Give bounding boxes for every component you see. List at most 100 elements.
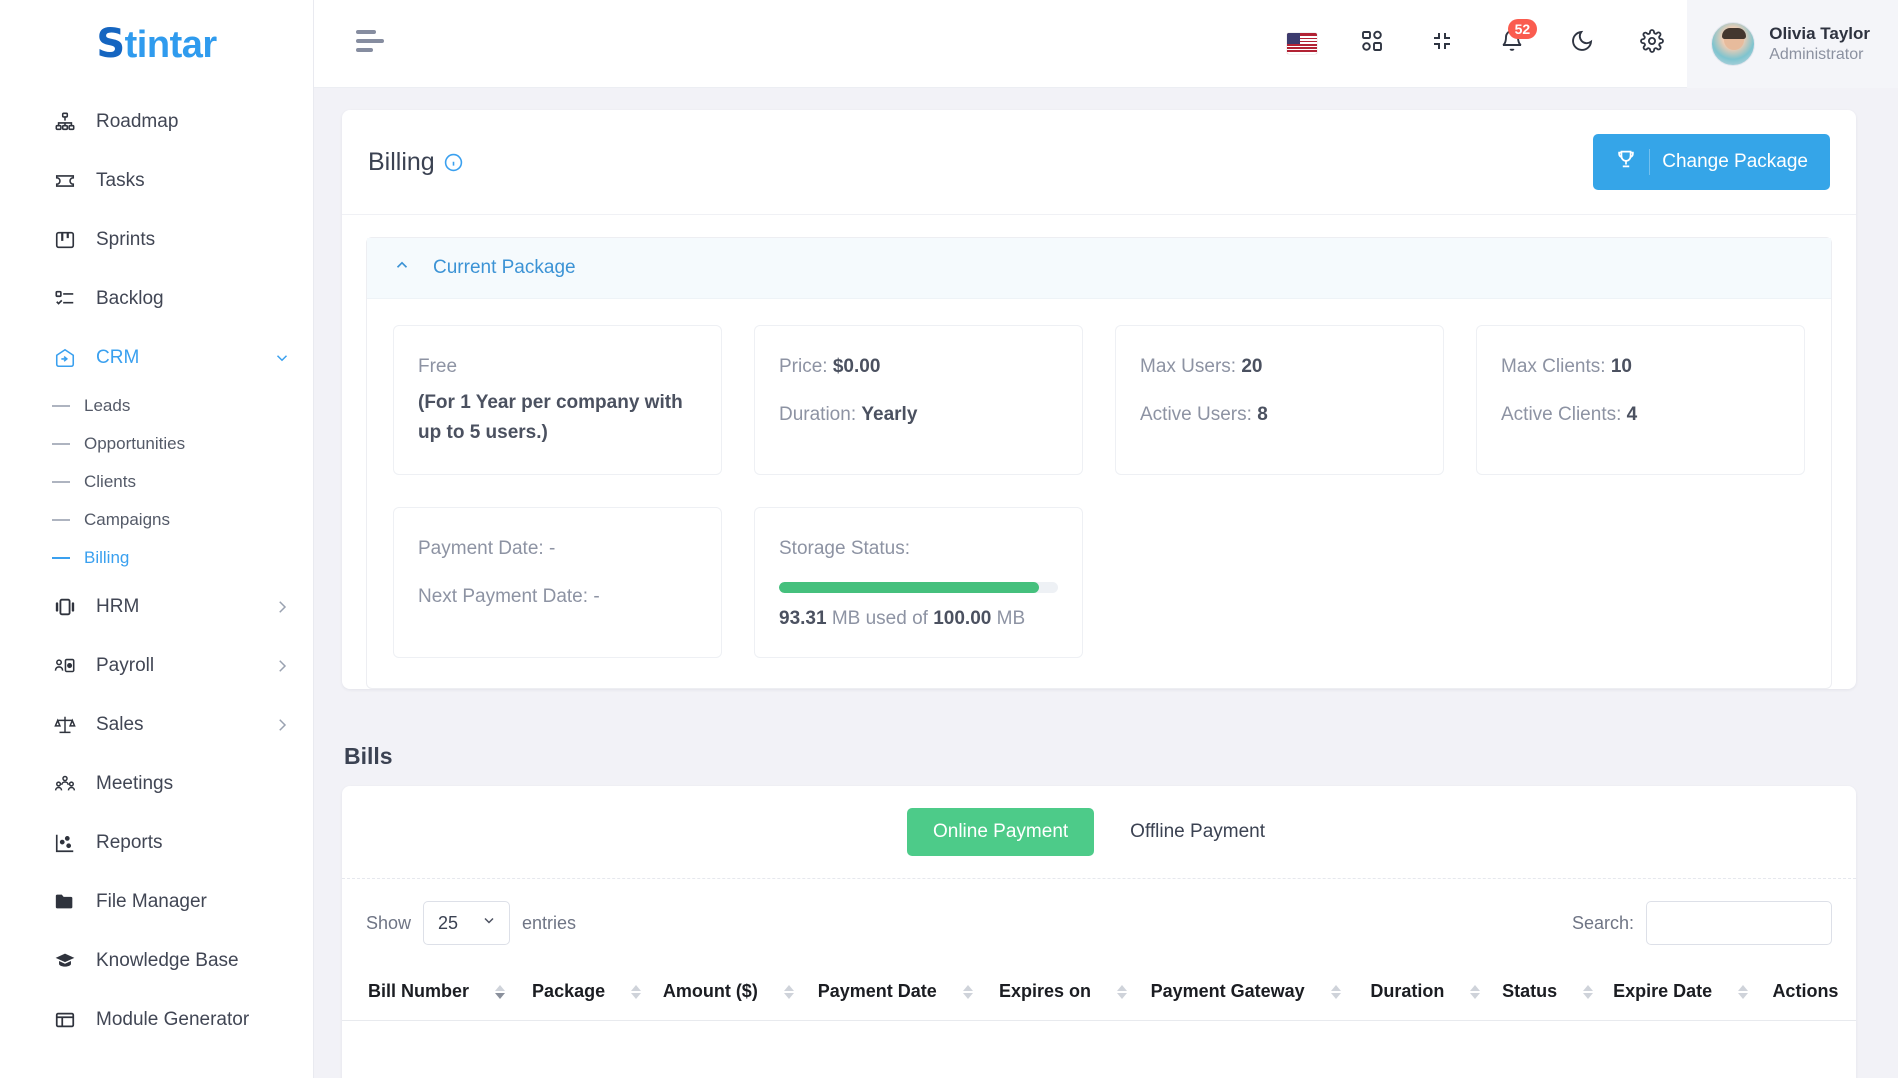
dark-mode-toggle-button[interactable]	[1555, 17, 1609, 71]
sitemap-icon	[52, 109, 78, 135]
sidebar-item-reports[interactable]: Reports	[0, 813, 313, 872]
price-label: Price:	[779, 356, 828, 377]
bills-title: Bills	[344, 743, 393, 769]
storage-progress-bar	[779, 582, 1058, 593]
hrm-icon	[52, 594, 78, 620]
sidebar-item-campaigns[interactable]: Campaigns	[0, 501, 313, 539]
table-column-header[interactable]: Bill Number	[342, 963, 533, 1021]
table-controls: Show 102550100 entries Search:	[342, 879, 1856, 963]
sidebar-item-backlog[interactable]: Backlog	[0, 269, 313, 328]
ticket-icon	[52, 168, 78, 194]
storage-total: 100.00	[933, 608, 992, 629]
user-role: Administrator	[1769, 45, 1864, 63]
sidebar-item-leads[interactable]: Leads	[0, 387, 313, 425]
notifications-button[interactable]: 52	[1485, 17, 1539, 71]
hamburger-line	[356, 48, 373, 52]
sidebar-item-payroll[interactable]: Payroll	[0, 636, 313, 695]
sidebar-item-module-generator[interactable]: Module Generator	[0, 990, 313, 1049]
bills-table-body: No data available in table	[342, 1021, 1856, 1078]
user-profile-menu[interactable]: Olivia Taylor Administrator	[1687, 0, 1898, 88]
sidebar-item-sprints[interactable]: Sprints	[0, 210, 313, 269]
search-label: Search:	[1571, 912, 1634, 933]
tab-online-payment[interactable]: Online Payment	[906, 808, 1095, 856]
table-column-header[interactable]: Payment Date	[817, 963, 999, 1021]
brand-logo[interactable]: Stintar	[0, 0, 313, 88]
price-row: Price: $0.00	[779, 352, 1058, 382]
sidebar-item-clients[interactable]: Clients	[0, 463, 313, 501]
avatar	[1711, 21, 1756, 66]
content-area: Billing Change Package Current Package F…	[314, 88, 1898, 1078]
sidebar-item-knowledge-base[interactable]: Knowledge Base	[0, 931, 313, 990]
language-selector[interactable]	[1275, 17, 1329, 71]
sidebar-item-label: Reports	[96, 831, 163, 853]
table-column-header[interactable]: Package	[532, 963, 663, 1021]
sidebar-item-label: Roadmap	[96, 110, 179, 132]
sort-indicator-icon[interactable]	[495, 984, 506, 999]
page-size-select[interactable]: 102550100	[423, 901, 511, 945]
next-payment-date-row: Next Payment Date: -	[418, 582, 697, 612]
sidebar-subitem-label: Billing	[84, 548, 130, 567]
storage-usage-text: 93.31 MB used of 100.00 MB	[779, 607, 1058, 631]
sidebar-item-crm[interactable]: CRM	[0, 328, 313, 387]
fullscreen-toggle-button[interactable]	[1415, 17, 1469, 71]
settings-button[interactable]	[1625, 17, 1679, 71]
main-area: 52 Olivia Taylor Administrator Billing C…	[314, 0, 1898, 1078]
sidebar-item-sales[interactable]: Sales	[0, 695, 313, 754]
sort-indicator-icon[interactable]	[631, 984, 642, 999]
scales-icon	[52, 712, 78, 738]
table-header-row: Bill Number Package Amount ($) Payment Date…	[342, 963, 1856, 1021]
sidebar-item-label: CRM	[96, 346, 140, 368]
change-package-button[interactable]: Change Package	[1593, 134, 1830, 190]
clients-card: Max Clients: 10 Active Clients: 4	[1476, 325, 1805, 475]
chevron-down-icon	[273, 349, 291, 367]
moon-icon	[1570, 29, 1594, 58]
active-users-label: Active Users:	[1140, 404, 1252, 425]
table-column-header[interactable]: Expire Date	[1613, 963, 1773, 1021]
sidebar-item-hrm[interactable]: HRM	[0, 577, 313, 636]
max-clients-row: Max Clients: 10	[1501, 352, 1780, 382]
sidebar-item-roadmap[interactable]: Roadmap	[0, 92, 313, 151]
duration-row: Duration: Yearly	[779, 400, 1058, 430]
folder-icon	[52, 889, 78, 915]
sidebar-item-billing[interactable]: Billing	[0, 539, 313, 577]
sort-indicator-icon[interactable]	[1330, 984, 1341, 999]
package-info-grid: Free (For 1 Year per company with up to …	[367, 299, 1831, 688]
current-package-toggle[interactable]: Current Package	[367, 238, 1831, 299]
info-icon[interactable]	[444, 153, 463, 172]
tab-offline-payment[interactable]: Offline Payment	[1104, 808, 1291, 856]
active-users-value: 8	[1257, 404, 1268, 425]
table-column-header[interactable]: Status	[1502, 963, 1614, 1021]
sidebar-toggle-button[interactable]	[356, 30, 386, 57]
table-column-label: Amount ($)	[662, 981, 758, 1001]
sort-indicator-icon[interactable]	[1583, 984, 1594, 999]
table-column-header[interactable]: Duration	[1370, 963, 1503, 1021]
sidebar-item-file-manager[interactable]: File Manager	[0, 872, 313, 931]
entries-label: entries	[522, 912, 577, 933]
storage-used: 93.31	[779, 608, 827, 629]
active-clients-row: Active Clients: 4	[1501, 400, 1780, 430]
sidebar-item-opportunities[interactable]: Opportunities	[0, 425, 313, 463]
table-column-header[interactable]: Actions	[1772, 963, 1856, 1021]
sidebar-item-tasks[interactable]: Tasks	[0, 151, 313, 210]
sidebar-subitem-label: Clients	[84, 472, 136, 491]
table-column-header[interactable]: Expires on	[998, 963, 1151, 1021]
apps-button[interactable]	[1345, 17, 1399, 71]
sort-indicator-icon[interactable]	[783, 984, 794, 999]
billing-card-header: Billing Change Package	[342, 110, 1856, 215]
max-clients-value: 10	[1610, 356, 1632, 377]
chart-icon	[52, 830, 78, 856]
sort-indicator-icon[interactable]	[1117, 984, 1128, 999]
storage-total-unit: MB	[996, 608, 1026, 629]
dash-icon	[52, 557, 70, 559]
table-column-label: Expire Date	[1613, 981, 1713, 1001]
sort-indicator-icon[interactable]	[1738, 984, 1749, 999]
bills-table: Bill Number Package Amount ($) Payment Date…	[342, 963, 1856, 1078]
table-column-header[interactable]: Payment Gateway	[1150, 963, 1371, 1021]
sort-indicator-icon[interactable]	[962, 984, 973, 999]
sort-indicator-icon[interactable]	[1470, 984, 1481, 999]
sidebar-item-meetings[interactable]: Meetings	[0, 754, 313, 813]
table-column-header[interactable]: Amount ($)	[662, 963, 818, 1021]
payment-date-label: Payment Date:	[418, 538, 544, 559]
search-input[interactable]	[1646, 901, 1832, 945]
max-clients-label: Max Clients:	[1501, 356, 1606, 377]
